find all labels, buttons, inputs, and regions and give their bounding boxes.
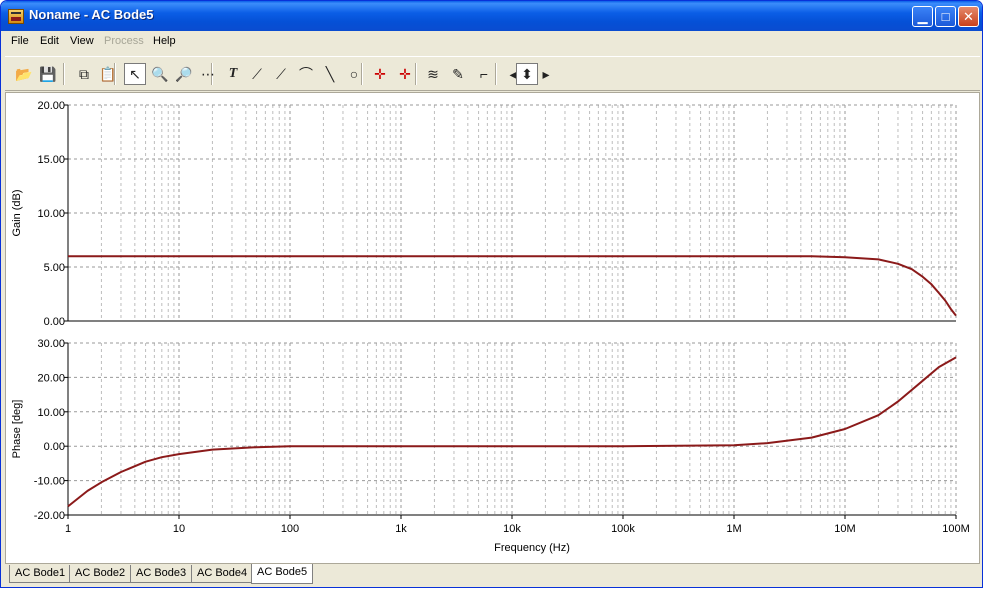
zoom-in-button[interactable]: 🔍: [149, 63, 171, 85]
tab-ac-bode2[interactable]: AC Bode2: [69, 565, 132, 583]
save-icon: 💾: [39, 65, 57, 82]
x-tick-label: 10: [173, 523, 185, 535]
close-button[interactable]: ✕: [958, 6, 979, 27]
tab-ac-bode5[interactable]: AC Bode5: [251, 564, 314, 584]
x-axis-label: Frequency (Hz): [494, 542, 570, 554]
paste-button[interactable]: 📋: [97, 63, 119, 85]
pointer-icon: ↖: [129, 65, 141, 82]
title-bar[interactable]: Noname - AC Bode5 ▁ □ ✕: [1, 1, 982, 31]
zoom-100-button[interactable]: 🔎: [173, 63, 195, 85]
x-tick-label: 1: [65, 523, 71, 535]
cursor-b-icon: ✛: [399, 65, 411, 82]
label-curve2-icon: ⟋: [276, 65, 286, 82]
y-tick-label: 20.00: [37, 372, 65, 384]
y-axis-label: Gain (dB): [11, 189, 23, 236]
save-button[interactable]: 💾: [37, 63, 59, 85]
marker-icon: ✎: [452, 65, 464, 82]
toolbar-separator: [63, 63, 65, 85]
arrow-updown-icon: ⬍: [521, 65, 533, 82]
label-curve-icon: ⟋: [252, 65, 262, 82]
x-tick-label: 1M: [726, 523, 741, 535]
arrow-right-button[interactable]: ▸: [535, 63, 557, 85]
line-icon: ╲: [325, 65, 335, 82]
toolbar-separator: [495, 63, 497, 85]
x-tick-label: 100k: [611, 523, 635, 535]
menu-edit[interactable]: Edit: [40, 35, 59, 47]
y-tick-label: 30.00: [37, 338, 65, 350]
y-tick-label: 0.00: [44, 316, 65, 328]
y-tick-label: 15.00: [37, 154, 65, 166]
paste-icon: 📋: [99, 65, 117, 82]
y-tick-label: 5.00: [44, 262, 65, 274]
step-button[interactable]: ⌐: [473, 63, 495, 85]
menu-process: Process: [104, 35, 144, 47]
zoom-100-icon: 🔎: [175, 65, 193, 82]
app-window: Noname - AC Bode5 ▁ □ ✕ File Edit View P…: [0, 0, 983, 588]
marker-button[interactable]: ✎: [447, 63, 469, 85]
formula-label-icon: ⌒: [299, 66, 313, 82]
menu-file[interactable]: File: [11, 35, 29, 47]
formula-label-button[interactable]: ⌒: [295, 63, 317, 85]
text-icon: T: [228, 66, 238, 81]
tab-ac-bode4[interactable]: AC Bode4: [191, 565, 254, 583]
cursor-a-button[interactable]: ✛: [369, 63, 391, 85]
zoom-in-icon: 🔍: [151, 65, 169, 82]
minimize-button[interactable]: ▁: [912, 6, 933, 27]
open-folder-button[interactable]: 📂: [13, 63, 35, 85]
cursor-a-icon: ✛: [374, 65, 386, 82]
grid-icon: ⋯: [201, 65, 215, 82]
y-tick-label: -20.00: [34, 510, 65, 522]
x-tick-label: 10M: [834, 523, 855, 535]
bode-plot-svg: 0.005.0010.0015.0020.00Gain (dB)-20.00-1…: [11, 100, 970, 554]
open-folder-icon: 📂: [15, 65, 33, 82]
app-icon: [8, 9, 24, 24]
grid-button[interactable]: ⋯: [197, 63, 219, 85]
y-tick-label: 20.00: [37, 100, 65, 112]
menu-view[interactable]: View: [70, 35, 94, 47]
ellipse-icon: ○: [349, 66, 359, 82]
tab-bar: AC Bode1 AC Bode2 AC Bode3 AC Bode4 AC Bode5: [5, 564, 980, 586]
copy-icon: ⧉: [79, 65, 89, 82]
x-tick-label: 1k: [395, 523, 407, 535]
arrow-right-icon: ▸: [542, 65, 550, 82]
y-tick-label: 10.00: [37, 208, 65, 220]
x-tick-label: 100: [281, 523, 299, 535]
bode-plot-area[interactable]: 0.00 5.00 10.00 15.00 20.00 Gain (dB) -20.00 -1…: [5, 92, 980, 564]
ellipse-button[interactable]: ○: [343, 63, 365, 85]
curves-icon: ≋: [427, 65, 439, 82]
y-tick-label: 0.00: [44, 441, 65, 453]
tab-ac-bode3[interactable]: AC Bode3: [130, 565, 193, 583]
y-tick-label: 10.00: [37, 407, 65, 419]
copy-button[interactable]: ⧉: [73, 63, 95, 85]
y-tick-label: -10.00: [34, 476, 65, 488]
maximize-icon: □: [941, 9, 950, 24]
close-icon: ✕: [963, 9, 974, 24]
x-tick-label: 10k: [503, 523, 521, 535]
tab-ac-bode1[interactable]: AC Bode1: [9, 565, 72, 583]
label-curve2-button[interactable]: ⟋: [270, 63, 292, 85]
menu-bar: File Edit View Process Help: [5, 32, 980, 52]
text-button[interactable]: T: [222, 63, 244, 85]
minimize-icon: ▁: [917, 9, 928, 24]
y-axis-label: Phase [deg]: [11, 400, 23, 459]
label-curve-button[interactable]: ⟋: [246, 63, 268, 85]
curves-button[interactable]: ≋: [422, 63, 444, 85]
maximize-button[interactable]: □: [935, 6, 956, 27]
cursor-b-button[interactable]: ✛: [394, 63, 416, 85]
x-tick-label: 100M: [942, 523, 970, 535]
step-icon: ⌐: [479, 66, 489, 82]
window-title: Noname - AC Bode5: [29, 7, 154, 22]
toolbar: 📂 💾 ⧉ 📋 ↖ 🔍 🔎 ⋯ T ⟋ ⟋ ⌒ ╲ ○ ✛ ✛ ≋ ✎ ⌐ ◂ ⬍ ▸: [5, 56, 980, 91]
pointer-button[interactable]: ↖: [124, 63, 146, 85]
menu-help[interactable]: Help: [153, 35, 176, 47]
line-button[interactable]: ╲: [319, 63, 341, 85]
